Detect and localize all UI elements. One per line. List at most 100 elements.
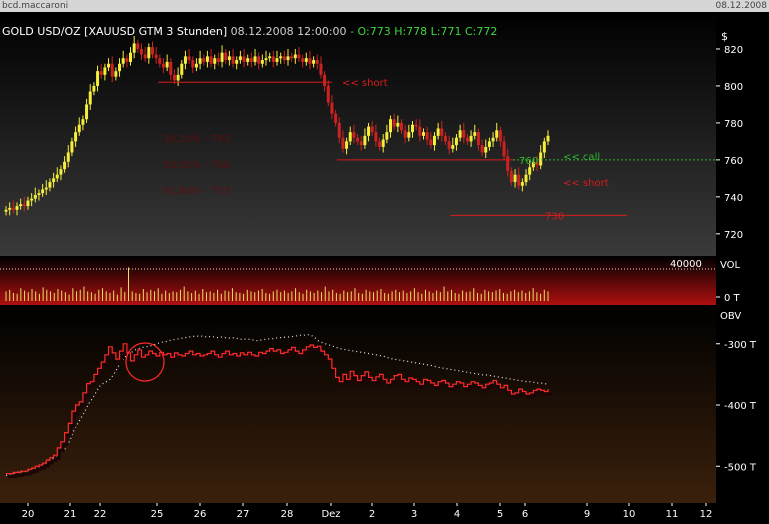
- volume-axis: VOL 0 T: [716, 257, 769, 305]
- candle-body: [249, 58, 253, 62]
- candle-body: [194, 63, 198, 68]
- x-tick-label: 27: [237, 509, 250, 520]
- price-chart[interactable]: << short 760 << call << short 730 38,20% - 78…: [0, 12, 716, 256]
- symbol-close: C:772: [465, 25, 498, 38]
- candle-body: [191, 60, 195, 68]
- candle-body: [506, 156, 510, 171]
- candle-body: [147, 47, 151, 59]
- candle-body: [495, 130, 499, 138]
- candle-body: [323, 74, 327, 86]
- price-panel[interactable]: << short 760 << call << short 730 38,20% - 78…: [0, 12, 716, 256]
- candle-body: [257, 56, 261, 64]
- candle-body: [231, 56, 235, 64]
- candle-body: [334, 113, 338, 123]
- price-tick-label: 720: [724, 230, 743, 241]
- x-tick-label: 26: [194, 509, 207, 520]
- candle-body: [77, 124, 81, 133]
- x-tick-label: Dez: [321, 509, 340, 520]
- x-tick-label: 6: [522, 509, 528, 520]
- window-titlebar: bcd.maccaroni 08.12.2008: [0, 0, 769, 12]
- candle-body: [183, 56, 187, 64]
- vol-axis-title: VOL: [720, 260, 741, 271]
- candle-body: [107, 63, 111, 68]
- x-tick-label: 25: [151, 509, 164, 520]
- candle-body: [48, 182, 52, 188]
- candle-body: [220, 52, 224, 62]
- candle-body: [114, 71, 118, 77]
- candle-body: [359, 141, 363, 146]
- candle-body: [205, 56, 209, 62]
- candle-body: [502, 141, 506, 157]
- candle-body: [11, 207, 15, 210]
- candle-body: [22, 204, 26, 207]
- obv-tick-label: -500 T: [724, 462, 757, 473]
- candle-body: [389, 119, 393, 133]
- candle-body: [432, 135, 436, 146]
- candle-body: [454, 137, 458, 146]
- obv-tick-label: -300 T: [724, 340, 757, 351]
- candle-body: [172, 74, 176, 81]
- candle-body: [41, 189, 45, 194]
- candle-body: [30, 198, 34, 201]
- vol-zero-label: 0 T: [724, 293, 741, 304]
- candle-body: [33, 195, 37, 199]
- candle-body: [370, 126, 374, 133]
- price-tick-label: 800: [724, 82, 743, 93]
- annotation-call: << call: [563, 152, 600, 163]
- fib-label: 38,20% - 782: [163, 134, 230, 145]
- candle-body: [4, 209, 8, 212]
- candle-body: [312, 60, 316, 64]
- candle-body: [524, 174, 528, 183]
- candle-body: [169, 61, 173, 75]
- candle-body: [458, 130, 462, 138]
- x-tick-label: 4: [454, 509, 460, 520]
- candle-body: [304, 58, 308, 62]
- candle-body: [103, 67, 107, 75]
- candle-body: [414, 124, 418, 127]
- candle-body: [242, 56, 246, 62]
- annotation-730: 730: [545, 211, 564, 222]
- candle-body: [55, 174, 59, 179]
- candle-body: [509, 170, 513, 183]
- price-tick-label: 780: [724, 119, 743, 130]
- candle-body: [301, 58, 305, 62]
- candle-body: [8, 207, 12, 210]
- candle-body: [224, 52, 228, 61]
- candle-body: [443, 135, 447, 142]
- volume-chart[interactable]: 40000: [0, 257, 716, 305]
- candle-body: [326, 85, 330, 103]
- x-tick-label: 12: [700, 509, 713, 520]
- obv-chart[interactable]: [0, 307, 716, 503]
- candle-body: [180, 63, 184, 75]
- candle-body: [352, 132, 356, 138]
- candle-body: [293, 54, 297, 59]
- candle-body: [491, 137, 495, 142]
- annotation-short-2: << short: [563, 178, 609, 189]
- obv-panel[interactable]: [0, 307, 716, 503]
- candle-body: [216, 58, 220, 62]
- price-tick-label: 740: [724, 193, 743, 204]
- candle-body: [165, 61, 169, 68]
- candle-body: [465, 137, 469, 142]
- candle-body: [396, 122, 400, 127]
- x-tick-label: 20: [22, 509, 35, 520]
- candle-body: [480, 145, 484, 153]
- candle-body: [213, 58, 217, 64]
- window-date: 08.12.2008: [715, 1, 767, 11]
- x-tick-label: 9: [584, 509, 590, 520]
- candle-body: [528, 167, 532, 175]
- candle-body: [176, 74, 180, 81]
- candle-body: [367, 126, 371, 136]
- candle-body: [44, 187, 48, 190]
- candle-body: [297, 54, 301, 59]
- candle-body: [275, 58, 279, 62]
- volume-panel[interactable]: 40000: [0, 257, 716, 305]
- fib-label: 50,00% - 768: [163, 160, 230, 171]
- candle-body: [451, 145, 455, 149]
- candle-body: [121, 58, 125, 64]
- volume-40000-label: 40000: [670, 259, 702, 270]
- candle-body: [110, 63, 114, 77]
- annotation-760: 760: [519, 156, 538, 167]
- candle-body: [271, 56, 275, 62]
- obv-tick-label: -400 T: [724, 401, 757, 412]
